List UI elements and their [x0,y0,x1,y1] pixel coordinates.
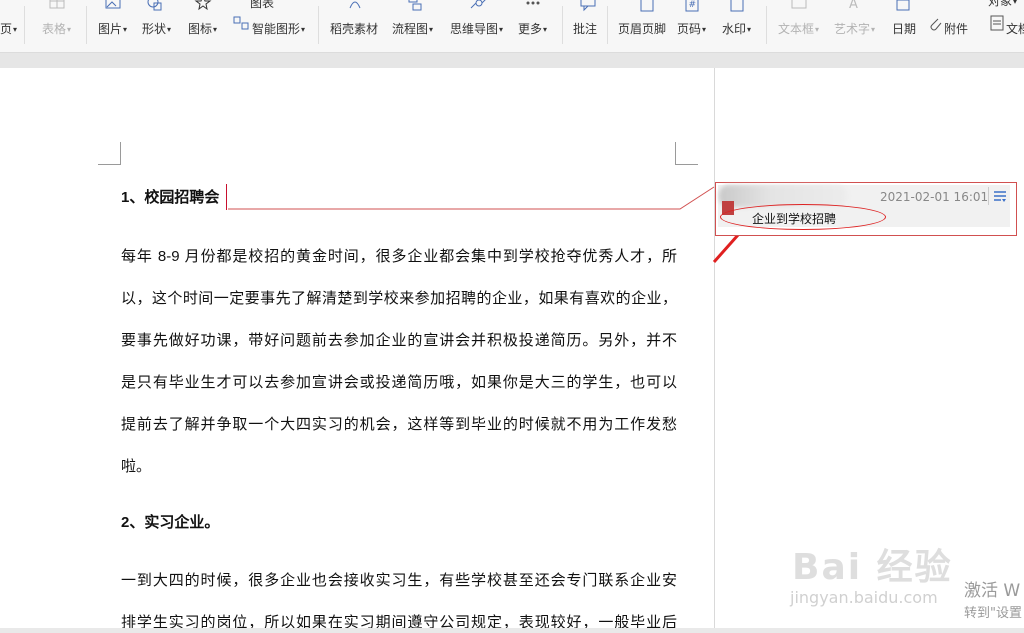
mindmap-icon [470,0,488,12]
comment-date: 2021-02-01 16:01 [880,190,989,204]
margin-corner-left [98,142,121,165]
list-menu-icon [994,191,1006,202]
watermark-icon [728,0,746,12]
textbox-icon [790,0,808,12]
separator [318,6,319,44]
icons-icon [194,0,212,12]
heading-1: 1、校园招聘会 [121,189,220,206]
ribbon-toolbar: 页▾ 表格▾ 图片▾ 形状▾ 图标▾ 图表 智能图形▾ 稻壳素材 流程图▾ 思维… [0,0,1024,53]
picture-icon [104,0,122,12]
paperclip-icon [926,14,944,32]
daoke-icon [346,0,364,12]
flowchart-icon [406,0,424,12]
status-bar [0,628,1024,633]
separator [562,6,563,44]
margin-corner-right [675,142,698,165]
baidu-watermark-logo: Bai 经验 [792,547,953,588]
text-cursor [226,184,227,210]
shape-icon [146,0,164,12]
calendar-icon [894,0,912,12]
paragraph-line: 是只有毕业生才可以去参加宣讲会或投递简历哦，如果你是大三的学生，也可以 [121,374,677,391]
svg-text:A: A [849,0,858,12]
paragraph-line: 一到大四的时候，很多企业也会接收实习生，有些学校甚至还会专门联系企业安 [121,572,677,589]
comment-icon [579,0,597,12]
separator [24,6,25,44]
baidu-watermark-url: jingyan.baidu.com [790,588,938,607]
heading-2: 2、实习企业。 [121,514,220,531]
paragraph-line: 提前去了解并争取一个大四实习的机会，这样等到毕业的时候就不用为工作发愁 [121,416,677,433]
activation-notice-title: 激活 W [964,581,1021,601]
document-icon [988,14,1006,32]
paragraph-line: 啦。 [121,458,152,475]
ruler-band [0,53,1024,68]
svg-text:#: # [689,0,697,10]
separator [607,6,608,44]
paragraph-line: 每年 8-9 月份都是校招的黄金时间，很多企业都会集中到学校抢夺优秀人才，所 [121,248,677,265]
paragraph-line: 以，这个时间一定要事先了解清楚到学校来参加招聘的企业，如果有喜欢的企业， [121,290,677,307]
highlight-ellipse [720,204,886,230]
separator [766,6,767,44]
paragraph-line: 要事先做好功课，带好问题前去参加企业的宣讲会并积极投递简历。另外，并不 [121,332,677,349]
header-footer-icon [638,0,656,12]
separator [86,6,87,44]
smart-graphic-icon [232,14,250,32]
comment-menu-button[interactable] [988,187,1009,205]
table-icon [48,0,66,12]
wordart-icon: A [846,0,864,12]
page-number-icon: # [683,0,701,12]
more-icon [524,0,542,12]
activation-notice-text: 转到"设置 [964,606,1022,621]
